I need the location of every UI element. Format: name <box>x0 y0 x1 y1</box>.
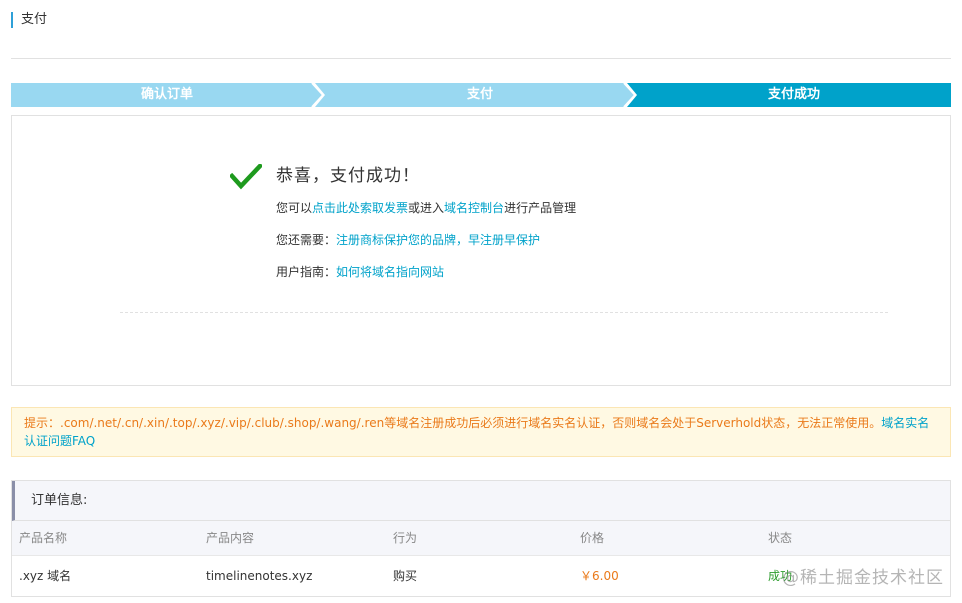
cell-price: ￥6.00 <box>580 569 619 583</box>
step-pay-success: 支付成功 <box>767 87 820 102</box>
domain-guide-link[interactable]: 如何将域名指向网站 <box>336 265 444 279</box>
cell-action: 购买 <box>393 569 418 583</box>
order-info-title: 订单信息: <box>12 481 950 521</box>
dashed-divider <box>120 312 888 313</box>
trademark-prefix: 您还需要： <box>276 233 337 247</box>
guide-line: 用户指南：如何将域名指向网站 <box>276 264 444 280</box>
watermark: @稀土掘金技术社区 <box>782 568 944 588</box>
realname-notice: 提示：.com/.net/.cn/.xin/.top/.xyz/.vip/.cl… <box>11 407 951 457</box>
request-invoice-link[interactable]: 点击此处索取发票 <box>312 201 408 215</box>
column-action: 行为 <box>393 531 418 545</box>
success-panel: 恭喜，支付成功！ 您可以点击此处索取发票或进入域名控制台进行产品管理 您还需要：… <box>11 115 951 386</box>
trademark-link[interactable]: 注册商标保护您的品牌，早注册早保护 <box>336 233 540 247</box>
guide-prefix: 用户指南： <box>276 265 337 279</box>
column-product-content: 产品内容 <box>206 531 255 545</box>
table-header: 产品名称 产品内容 行为 价格 状态 <box>12 521 950 556</box>
cell-product-content: timelinenotes.xyz <box>206 569 313 583</box>
invoice-middle: 或进入 <box>408 201 445 215</box>
progress-steps: 确认订单 支付 支付成功 <box>11 83 951 107</box>
invoice-line: 您可以点击此处索取发票或进入域名控制台进行产品管理 <box>276 200 576 216</box>
column-status: 状态 <box>768 531 793 545</box>
notice-text: 提示：.com/.net/.cn/.xin/.top/.xyz/.vip/.cl… <box>24 416 882 430</box>
column-price: 价格 <box>580 531 605 545</box>
domain-console-link[interactable]: 域名控制台 <box>444 201 504 215</box>
page-title: 支付 <box>11 12 47 28</box>
trademark-line: 您还需要：注册商标保护您的品牌，早注册早保护 <box>276 232 540 248</box>
step-confirm-order: 确认订单 <box>140 87 193 102</box>
step-pay: 支付 <box>466 87 493 102</box>
invoice-prefix: 您可以 <box>276 201 313 215</box>
header-divider <box>11 58 951 59</box>
cell-product-name: .xyz 域名 <box>19 569 72 583</box>
invoice-suffix: 进行产品管理 <box>504 201 577 215</box>
success-title: 恭喜，支付成功！ <box>276 166 420 186</box>
column-product-name: 产品名称 <box>19 531 68 545</box>
check-icon <box>230 164 262 190</box>
